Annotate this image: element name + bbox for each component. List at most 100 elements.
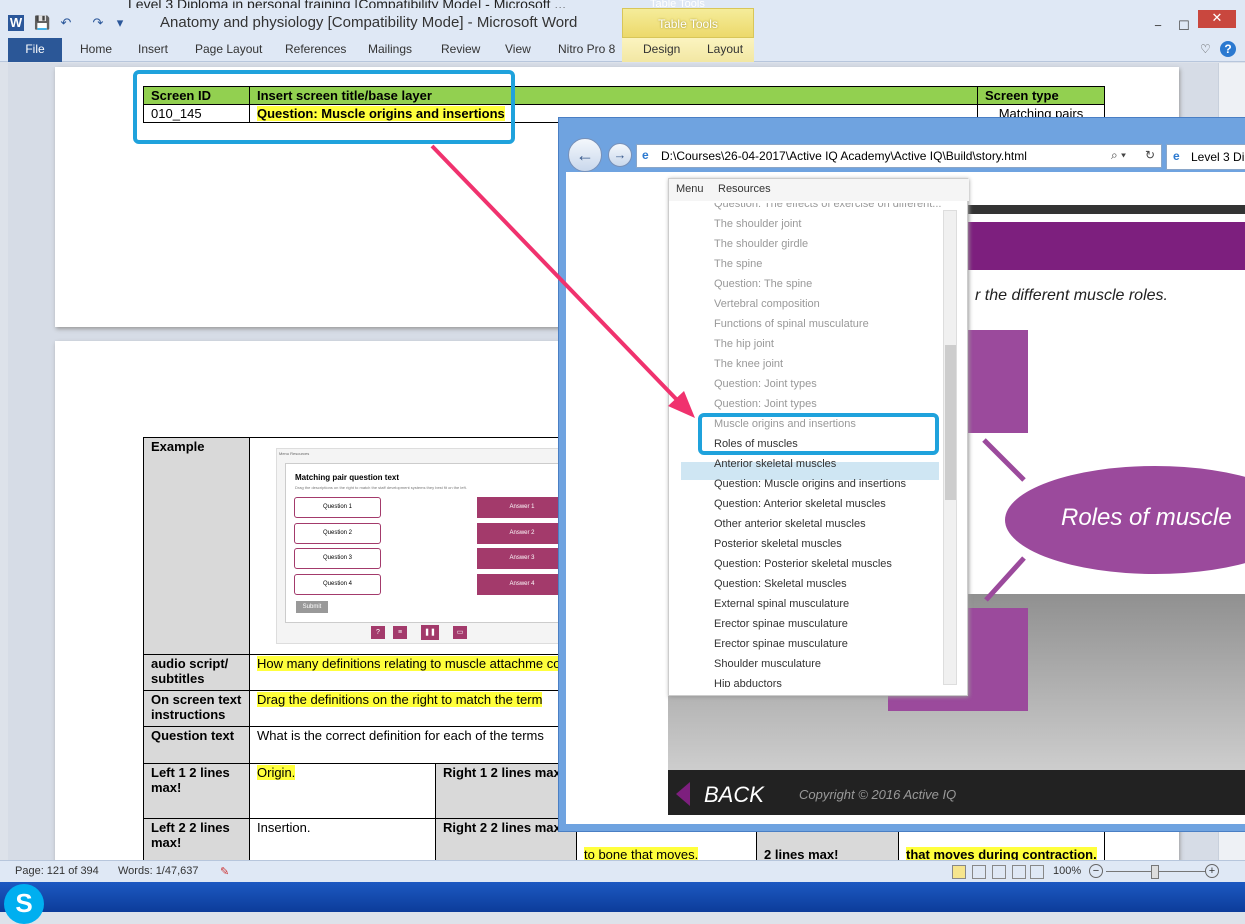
menu-item[interactable]: Functions of spinal musculature <box>714 318 869 330</box>
background-window-title: Level 3 Diploma in personal training [Co… <box>128 0 567 8</box>
zoom-out-icon[interactable]: − <box>1089 864 1103 878</box>
forward-arrow-icon[interactable]: → <box>608 143 632 167</box>
full-screen-reading-icon[interactable] <box>972 865 986 879</box>
back-button[interactable]: BACK <box>704 782 764 808</box>
example-answer: Answer 2 <box>477 523 565 544</box>
menu-item[interactable]: Posterior skeletal muscles <box>714 538 842 550</box>
menu-item[interactable]: The spine <box>714 258 762 270</box>
example-label: Example <box>143 437 250 655</box>
back-triangle-icon[interactable] <box>676 782 690 806</box>
slide-topbar <box>968 205 1245 214</box>
callout-highlight <box>133 70 515 144</box>
taskbar: S <box>0 882 1245 924</box>
audio-script-label: audio script/ subtitles <box>143 654 250 691</box>
search-icon[interactable]: ⌕ ▾ <box>1111 148 1126 163</box>
tab-file[interactable]: File <box>8 38 62 62</box>
menu-item[interactable]: Hip abductors <box>714 678 782 687</box>
menu-tabs: Menu Resources <box>669 179 969 201</box>
tab-insert[interactable]: Insert <box>138 38 168 62</box>
menu-item[interactable]: External spinal musculature <box>714 598 849 610</box>
outline-icon[interactable] <box>1012 865 1026 879</box>
menu-item[interactable]: The shoulder girdle <box>714 238 808 250</box>
menu-item[interactable]: Erector spinae musculature <box>714 638 848 650</box>
menu-item[interactable]: Question: Joint types <box>714 398 817 410</box>
back-arrow-icon[interactable]: ← <box>568 138 602 172</box>
print-layout-icon[interactable] <box>952 865 966 879</box>
tab-layout[interactable]: Layout <box>707 38 743 62</box>
menu-item[interactable]: Shoulder musculature <box>714 658 821 670</box>
menu-item[interactable]: Question: Skeletal muscles <box>714 578 847 590</box>
left-1-cell: Origin. <box>249 763 436 819</box>
menu-item[interactable]: The hip joint <box>714 338 774 350</box>
menu-item[interactable]: Question: Muscle origins and insertions <box>714 478 906 490</box>
draft-icon[interactable] <box>1030 865 1044 879</box>
right-2-label: Right 2 2 lines max! <box>435 818 577 864</box>
browser-tab[interactable]: e Level 3 Dip <box>1166 144 1245 170</box>
tab-menu[interactable]: Menu <box>676 183 704 195</box>
tab-review[interactable]: Review <box>441 38 480 62</box>
word-icon[interactable]: W <box>8 15 24 31</box>
address-bar[interactable]: e D:\Courses\26-04-2017\Active IQ Academ… <box>636 144 1162 168</box>
tab-mailings[interactable]: Mailings <box>368 38 412 62</box>
background-window-titlebar: Level 3 Diploma in personal training [Co… <box>0 0 1245 8</box>
help-icon[interactable]: ? <box>1220 41 1236 57</box>
redo-icon[interactable]: ↷ <box>90 15 106 31</box>
menu-scroll-thumb[interactable] <box>945 345 956 500</box>
undo-icon[interactable]: ↶ <box>58 15 74 31</box>
web-layout-icon[interactable] <box>992 865 1006 879</box>
example-screenshot: Menu Resources Matching pair question te… <box>276 448 566 644</box>
menu-item[interactable]: Question: The effects of exercise on dif… <box>714 203 941 210</box>
skype-icon[interactable]: S <box>4 884 44 924</box>
menu-item[interactable]: Question: The spine <box>714 278 812 290</box>
example-answer: Answer 3 <box>477 548 565 569</box>
tab-design[interactable]: Design <box>643 38 680 62</box>
question-text-label: Question text <box>143 726 250 764</box>
example-question: Question 4 <box>294 574 381 595</box>
zoom-in-icon[interactable]: + <box>1205 864 1219 878</box>
connector-line <box>982 438 1026 482</box>
right-1-label: Right 1 2 lines max! <box>435 763 577 819</box>
background-contextual-label: Table Tools <box>650 0 705 8</box>
menu-item[interactable]: Question: Anterior skeletal muscles <box>714 498 886 510</box>
restore-button[interactable]: ☐ <box>1172 18 1196 36</box>
ie-page-icon: e <box>642 148 649 162</box>
menu-item[interactable]: Erector spinae musculature <box>714 618 848 630</box>
menu-item[interactable]: Question: Posterior skeletal muscles <box>714 558 892 570</box>
instructions-value: Drag the definitions on the right to mat… <box>257 692 543 707</box>
menu-item[interactable]: Other anterior skeletal muscles <box>714 518 866 530</box>
tab-nitro-pro[interactable]: Nitro Pro 8 <box>558 38 615 62</box>
minimize-button[interactable]: − <box>1146 18 1170 36</box>
example-answer: Answer 4 <box>477 574 565 595</box>
save-icon[interactable]: 💾 <box>34 15 50 31</box>
browser-tab-label: Level 3 Dip <box>1191 150 1245 164</box>
minimize-ribbon-icon[interactable]: ♡ <box>1200 38 1211 62</box>
tab-home[interactable]: Home <box>80 38 112 62</box>
example-answer: Answer 1 <box>477 497 565 518</box>
left-1-value: Origin. <box>257 765 296 780</box>
word-count[interactable]: Words: 1/47,637 <box>118 865 199 877</box>
zoom-slider-thumb[interactable] <box>1151 865 1159 879</box>
menu-item[interactable]: Anterior skeletal muscles <box>714 458 836 470</box>
table-tools-label: Table Tools <box>622 8 754 38</box>
tab-resources[interactable]: Resources <box>718 183 771 195</box>
tab-page-layout[interactable]: Page Layout <box>195 38 262 62</box>
menu-item[interactable]: Question: Joint types <box>714 378 817 390</box>
close-button[interactable]: ✕ <box>1198 10 1236 28</box>
refresh-icon[interactable]: ↻ <box>1145 148 1155 162</box>
tab-references[interactable]: References <box>285 38 346 62</box>
menu-item[interactable]: The knee joint <box>714 358 783 370</box>
instructions-label: On screen text instructions <box>143 690 250 727</box>
customize-quick-access-icon[interactable]: ▾ <box>112 15 128 31</box>
example-sub: Drag the descriptions on the right to ma… <box>295 485 467 490</box>
example-submit: Submit <box>296 601 328 613</box>
menu-item[interactable]: The shoulder joint <box>714 218 801 230</box>
proofing-icon[interactable]: ✎ <box>220 865 229 878</box>
tab-view[interactable]: View <box>505 38 531 62</box>
page-count[interactable]: Page: 121 of 394 <box>15 865 99 877</box>
address-url: D:\Courses\26-04-2017\Active IQ Academy\… <box>661 149 1027 163</box>
example-menu-labels: Menu Resources <box>279 451 310 456</box>
menu-scrollbar[interactable] <box>943 210 957 685</box>
ribbon-tabs: File Home Insert Page Layout References … <box>0 38 1245 62</box>
zoom-level[interactable]: 100% <box>1053 865 1081 877</box>
menu-item[interactable]: Vertebral composition <box>714 298 820 310</box>
